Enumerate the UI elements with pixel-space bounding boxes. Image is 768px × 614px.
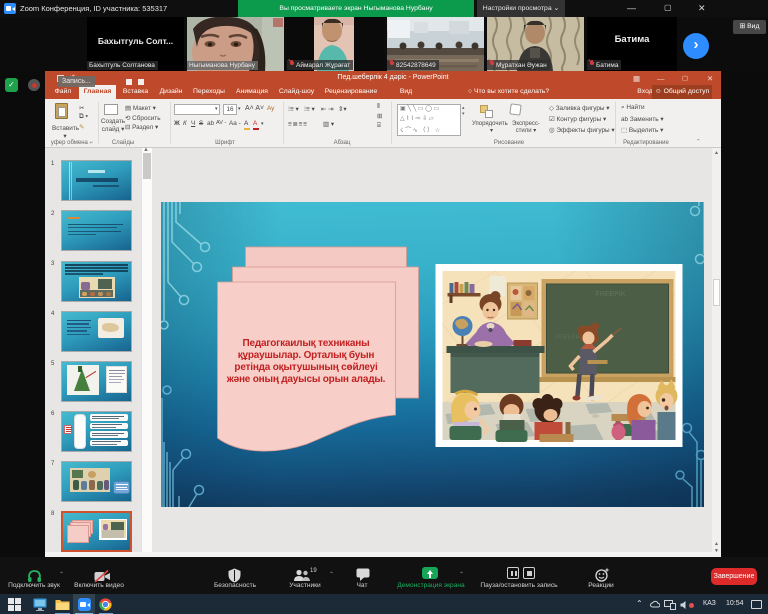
svg-text:FREEPIK: FREEPIK [555, 335, 581, 341]
svg-text:FREEPIK: FREEPIK [595, 291, 625, 298]
